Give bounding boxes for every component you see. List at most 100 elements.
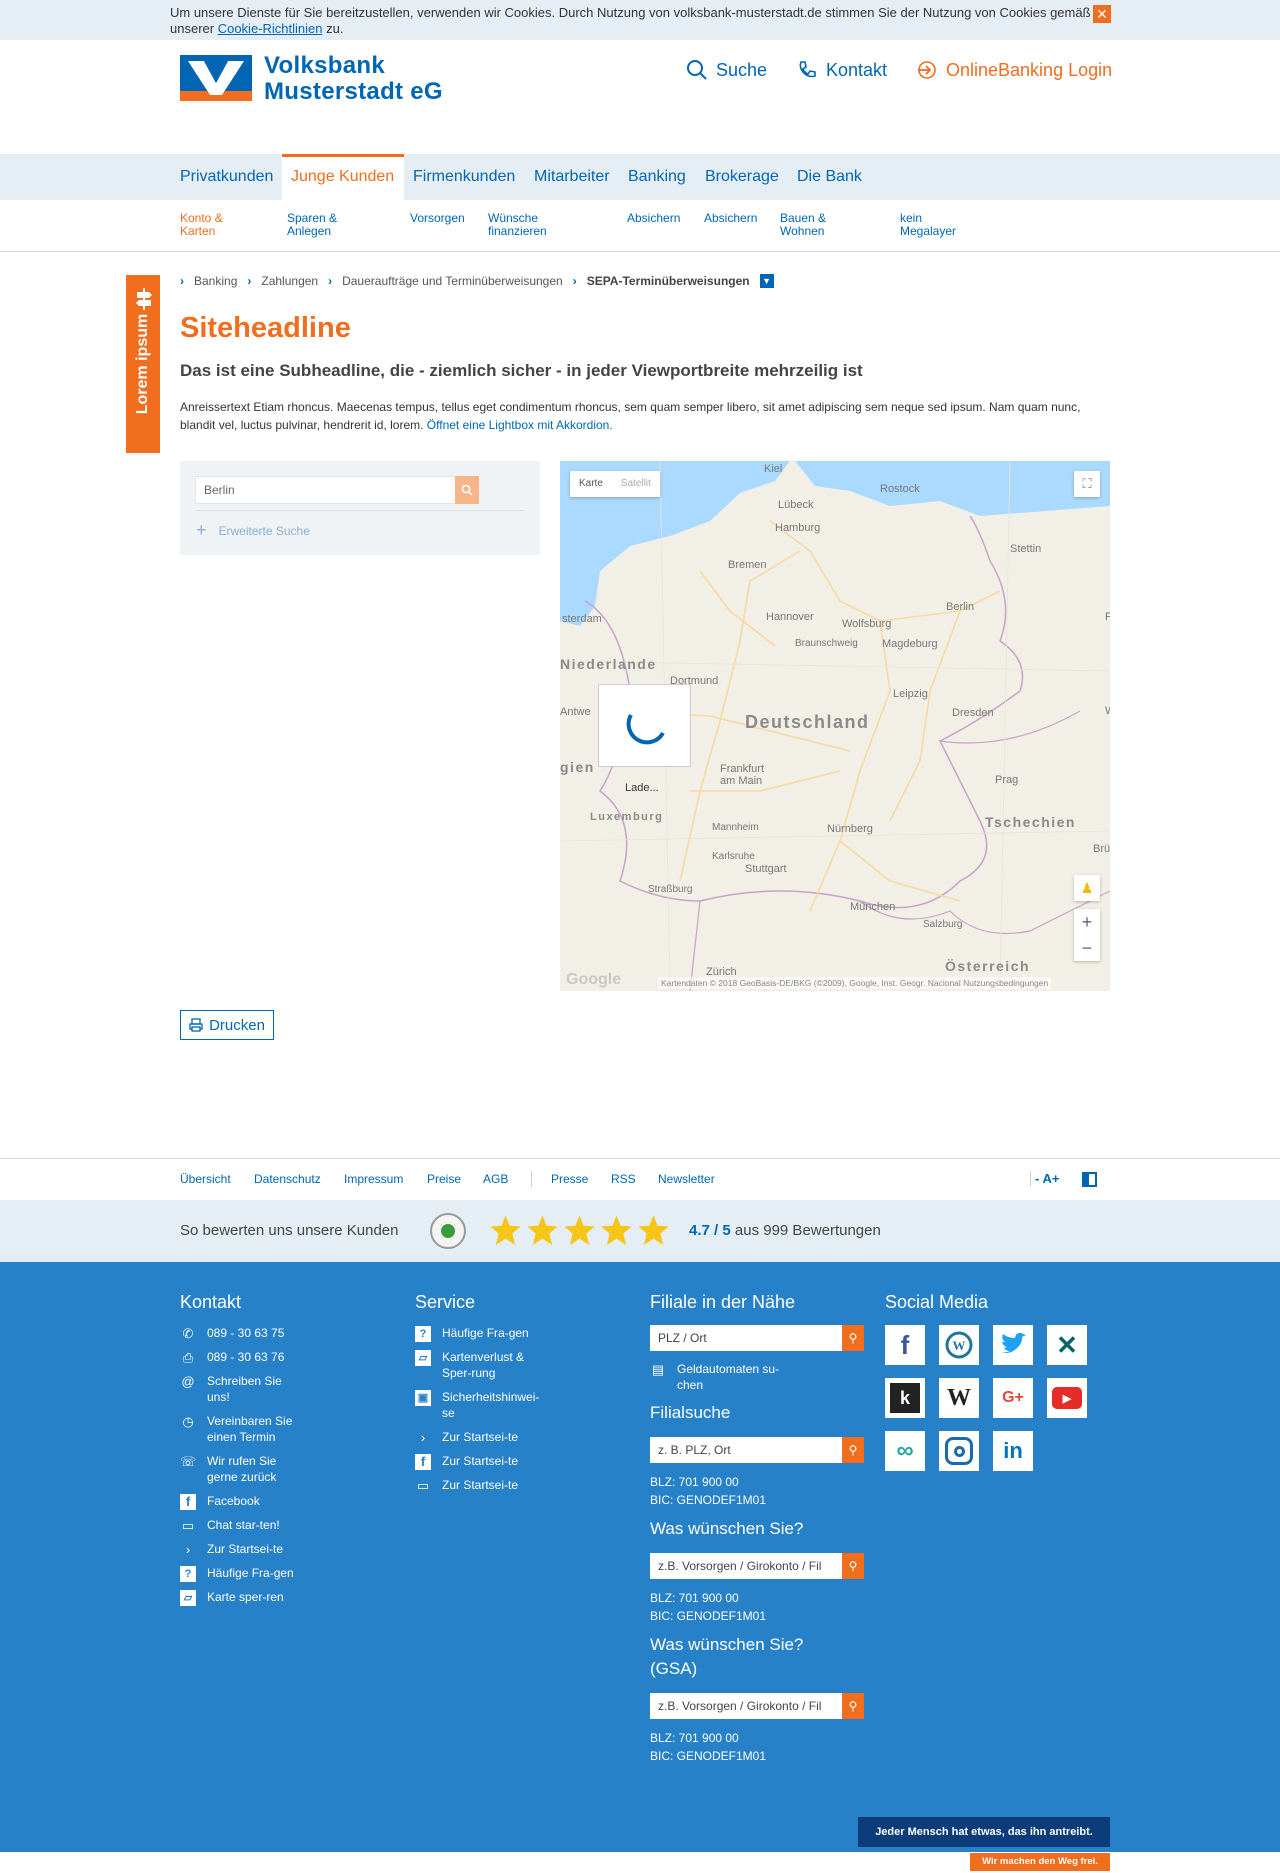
sub-nav-kein-megalayer[interactable]: kein Megalayer bbox=[900, 212, 956, 238]
footer-wish-input[interactable]: z.B. Vorsorgen / Girokonto / Fil ⚲ bbox=[650, 1553, 864, 1579]
breadcrumb-banking[interactable]: Banking bbox=[194, 274, 237, 288]
sub-nav-wuensche-finanzieren[interactable]: Wünsche finanzieren bbox=[488, 212, 547, 238]
kontakt-item[interactable]: f Facebook bbox=[180, 1493, 300, 1510]
footer-plz-input[interactable]: PLZ / Ort ⚲ bbox=[650, 1325, 864, 1351]
wikipedia-icon[interactable]: W bbox=[939, 1378, 979, 1418]
font-size-control[interactable]: - A+ bbox=[1030, 1171, 1059, 1186]
kontakt-item[interactable]: ⎙ 089 - 30 63 76 bbox=[180, 1349, 300, 1365]
kontakt-item[interactable]: ☏ Wir rufen Sie gerne zurück bbox=[180, 1453, 300, 1485]
map-city-label: P bbox=[1105, 611, 1110, 623]
service-item[interactable]: ▱ Kartenverlust & Sper-rung bbox=[415, 1349, 535, 1381]
breadcrumb-zahlungen[interactable]: Zahlungen bbox=[261, 274, 318, 288]
wordpress-icon[interactable]: W bbox=[939, 1325, 979, 1365]
footer-atm-link[interactable]: ▤ Geldautomaten su-chen bbox=[650, 1361, 790, 1393]
service-item[interactable]: ▣ Sicherheitshinwei-se bbox=[415, 1389, 539, 1421]
contact-link[interactable]: Kontakt bbox=[796, 59, 887, 81]
search-icon[interactable]: ⚲ bbox=[842, 1553, 864, 1579]
footer-link-impressum[interactable]: Impressum bbox=[344, 1172, 403, 1186]
kontakt-item[interactable]: ? Häufige Fra-gen bbox=[180, 1565, 300, 1582]
footer-link-agb[interactable]: AGB bbox=[483, 1172, 508, 1186]
footer-link-preise[interactable]: Preise bbox=[427, 1172, 461, 1186]
volksbank-logo-icon[interactable] bbox=[180, 55, 252, 101]
breadcrumb-dauerauftraege[interactable]: Daueraufträge und Terminüberweisungen bbox=[342, 274, 563, 288]
fullscreen-icon[interactable]: ⛶ bbox=[1074, 471, 1100, 497]
facebook-icon[interactable]: f bbox=[885, 1325, 925, 1365]
sub-nav-vorsorgen[interactable]: Vorsorgen bbox=[410, 212, 465, 225]
atm-icon: ▤ bbox=[651, 1362, 665, 1377]
service-item[interactable]: ▭ Zur Startsei-te bbox=[415, 1477, 535, 1493]
main-nav-mitarbeiter[interactable]: Mitarbeiter bbox=[534, 168, 610, 186]
branch-search-button[interactable] bbox=[455, 476, 479, 504]
service-item[interactable]: f Zur Startsei-te bbox=[415, 1453, 535, 1470]
contrast-toggle-icon[interactable] bbox=[1082, 1172, 1097, 1187]
main-nav-banking[interactable]: Banking bbox=[628, 168, 686, 186]
service-item[interactable]: ? Häufige Fra-gen bbox=[415, 1325, 535, 1342]
search-icon[interactable]: ⚲ bbox=[842, 1325, 864, 1351]
advanced-search-toggle[interactable]: + Erweiterte Suche bbox=[196, 520, 310, 541]
footer-link-uebersicht[interactable]: Übersicht bbox=[180, 1172, 231, 1186]
footer-link-rss[interactable]: RSS bbox=[611, 1172, 636, 1186]
kununu-icon[interactable]: k bbox=[885, 1378, 925, 1418]
infinity-icon[interactable]: ∞ bbox=[885, 1431, 925, 1471]
footer-link-divider bbox=[531, 1171, 532, 1187]
breadcrumb-dropdown-icon[interactable]: ▼ bbox=[759, 274, 774, 288]
onlinebanking-login-link[interactable]: OnlineBanking Login bbox=[916, 59, 1112, 81]
footer-wish-gsa-input[interactable]: z.B. Vorsorgen / Girokonto / Fil ⚲ bbox=[650, 1693, 864, 1719]
main-nav-junge-kunden[interactable]: Junge Kunden bbox=[291, 168, 394, 186]
map-country-label: gien bbox=[560, 759, 595, 775]
map-type-satellit[interactable]: Satellit bbox=[612, 471, 660, 497]
search-icon[interactable]: ⚲ bbox=[842, 1437, 864, 1463]
sub-nav-absichern-1[interactable]: Absichern bbox=[627, 212, 680, 225]
branch-search-input[interactable]: Berlin bbox=[195, 476, 457, 504]
linkedin-icon[interactable]: in bbox=[993, 1431, 1033, 1471]
zoom-out-button[interactable]: − bbox=[1074, 935, 1100, 961]
service-item-label: Kartenverlust & Sper-rung bbox=[442, 1350, 525, 1380]
bic-value: BIC: GENODEF1M01 bbox=[650, 1493, 767, 1507]
main-nav-firmenkunden[interactable]: Firmenkunden bbox=[413, 168, 515, 186]
side-tab-lorem-ipsum[interactable]: Lorem ipsum bbox=[126, 275, 160, 453]
brand-name-line1[interactable]: Volksbank bbox=[264, 52, 385, 80]
kontakt-item-label: Wir rufen Sie gerne zurück bbox=[207, 1454, 277, 1484]
sub-nav-bauen-wohnen[interactable]: Bauen & Wohnen bbox=[780, 212, 826, 238]
map-type-karte[interactable]: Karte bbox=[570, 471, 612, 497]
kontakt-item[interactable]: › Zur Startsei-te bbox=[180, 1541, 300, 1557]
main-nav-privatkunden[interactable]: Privatkunden bbox=[180, 168, 273, 186]
footer-link-presse[interactable]: Presse bbox=[551, 1172, 588, 1186]
print-button[interactable]: Drucken bbox=[180, 1010, 274, 1040]
google-plus-icon[interactable]: G+ bbox=[993, 1378, 1033, 1418]
rating-seal-icon bbox=[430, 1213, 466, 1249]
twitter-icon[interactable] bbox=[993, 1325, 1033, 1365]
xing-icon[interactable]: ✕ bbox=[1047, 1325, 1087, 1365]
branch-map[interactable]: Kiel Rostock Lübeck Hamburg Stettin Brem… bbox=[560, 461, 1110, 991]
zoom-in-button[interactable]: + bbox=[1074, 909, 1100, 935]
service-item[interactable]: › Zur Startsei-te bbox=[415, 1429, 535, 1445]
search-link[interactable]: Suche bbox=[686, 59, 767, 81]
kontakt-item[interactable]: ▱ Karte sper-ren bbox=[180, 1589, 300, 1606]
kontakt-item[interactable]: @ Schreiben Sie uns! bbox=[180, 1373, 300, 1405]
kontakt-item[interactable]: ▭ Chat star-ten! bbox=[180, 1517, 300, 1533]
footer-link-newsletter[interactable]: Newsletter bbox=[658, 1172, 715, 1186]
kontakt-item[interactable]: ✆ 089 - 30 63 75 bbox=[180, 1325, 300, 1341]
star-icon bbox=[601, 1215, 632, 1245]
sub-nav-sparen-anlegen[interactable]: Sparen & Anlegen bbox=[287, 212, 337, 238]
youtube-icon[interactable]: ▶ bbox=[1047, 1378, 1087, 1418]
cookie-policy-link[interactable]: Cookie-Richtlinien bbox=[218, 21, 323, 36]
kontakt-item[interactable]: ◷ Vereinbaren Sie einen Termin bbox=[180, 1413, 300, 1445]
chevron-right-icon: › bbox=[420, 1430, 426, 1445]
kontakt-item-label: Facebook bbox=[207, 1494, 260, 1508]
main-nav-brokerage[interactable]: Brokerage bbox=[705, 168, 779, 186]
footer-link-datenschutz[interactable]: Datenschutz bbox=[254, 1172, 321, 1186]
sub-nav-label: Anlegen bbox=[287, 224, 332, 238]
map-loading-overlay bbox=[598, 684, 691, 767]
lightbox-link[interactable]: Öffnet eine Lightbox mit Akkordion. bbox=[427, 418, 613, 432]
brand-name-line2[interactable]: Musterstadt eG bbox=[264, 78, 443, 106]
footer-filialsuche-input[interactable]: z. B. PLZ, Ort ⚲ bbox=[650, 1437, 864, 1463]
sub-nav-absichern-2[interactable]: Absichern bbox=[704, 212, 757, 225]
sub-nav-konto-karten[interactable]: Konto & Karten bbox=[180, 212, 223, 238]
cookie-close-button[interactable]: ✕ bbox=[1093, 5, 1111, 23]
search-icon[interactable]: ⚲ bbox=[842, 1693, 864, 1719]
map-country-label: Luxemburg bbox=[590, 811, 664, 823]
main-nav-die-bank[interactable]: Die Bank bbox=[797, 168, 862, 186]
streetview-pegman-icon[interactable]: ♟ bbox=[1074, 875, 1100, 901]
instagram-icon[interactable] bbox=[939, 1431, 979, 1471]
